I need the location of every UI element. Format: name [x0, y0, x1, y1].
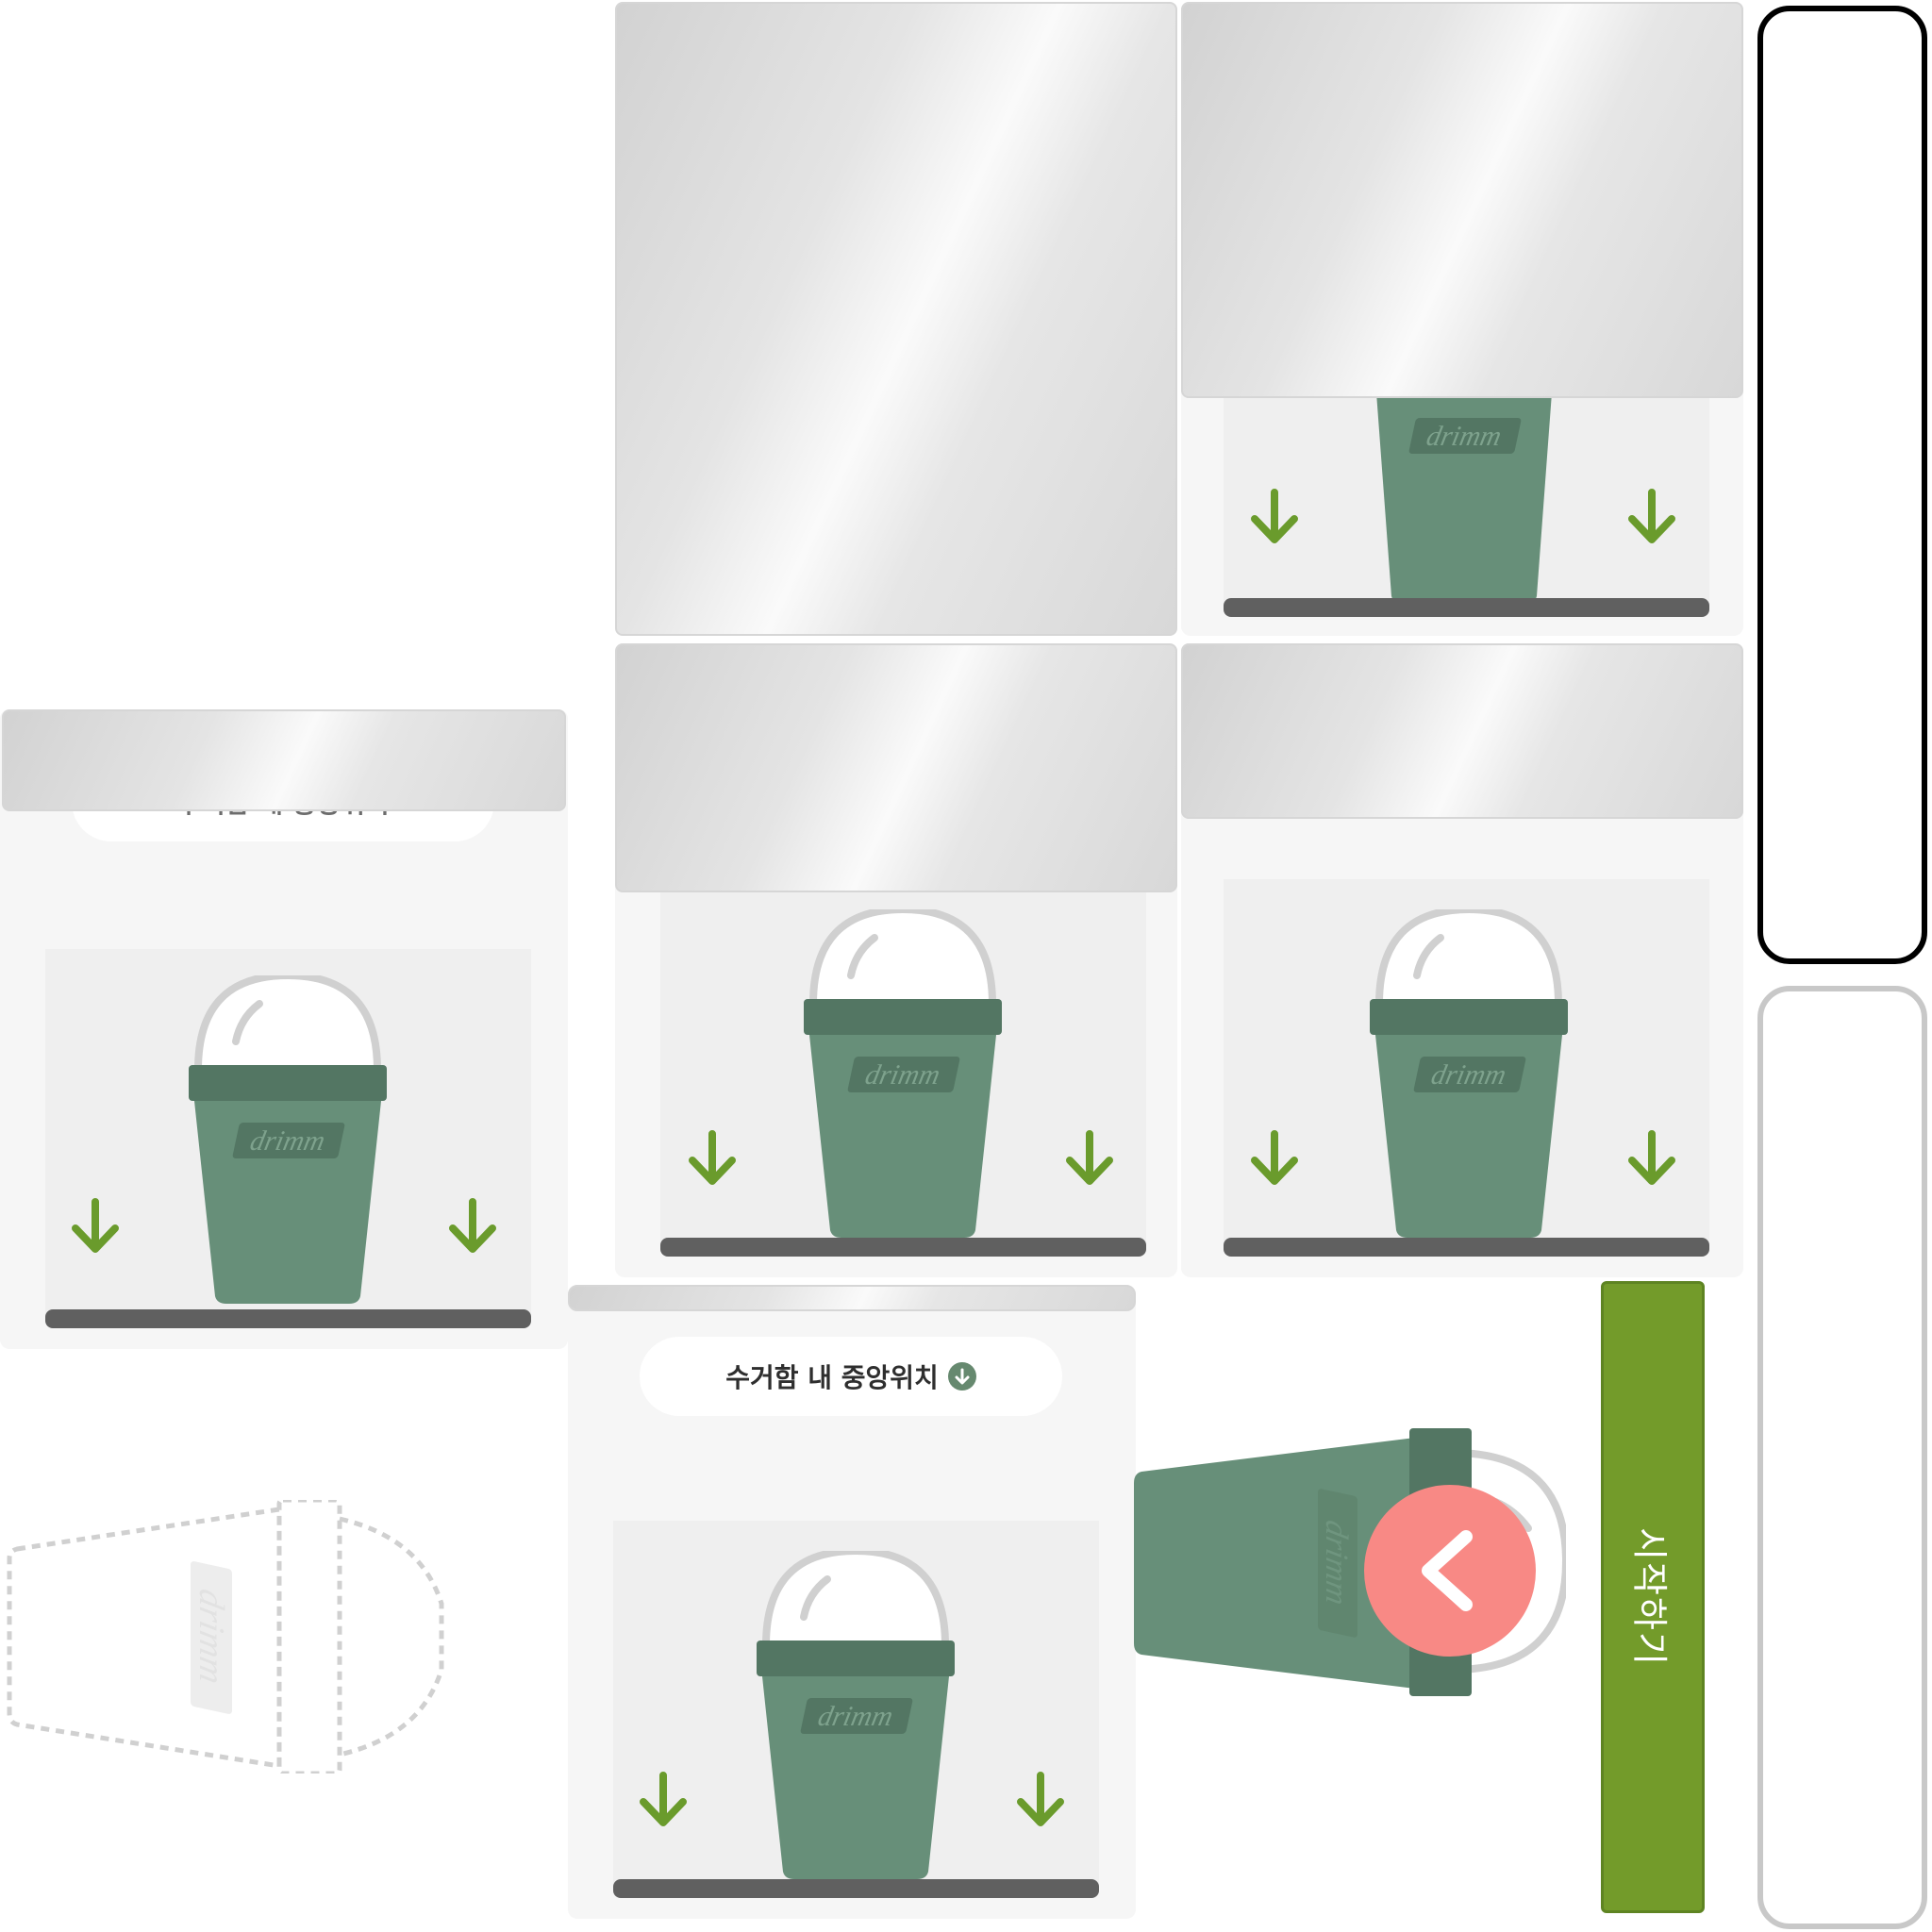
cup-logo: drimm	[1424, 420, 1504, 452]
start-button[interactable]: 시작하기	[1601, 1281, 1705, 1913]
panel-shelf	[45, 1309, 531, 1328]
glass-lid-bottom	[568, 1285, 1136, 1311]
cup-illustration: drimm	[804, 909, 1002, 1238]
arrow-down-circle-icon	[947, 1362, 976, 1391]
back-button[interactable]	[1364, 1485, 1536, 1657]
cup-illustration: drimm	[189, 975, 387, 1304]
glass-lid-top-right	[1181, 2, 1743, 398]
panel-shelf	[613, 1879, 1099, 1898]
arrow-down-icon	[72, 1198, 119, 1253]
arrow-down-icon	[1066, 1130, 1113, 1185]
cup-outline-placeholder: drimm	[7, 1500, 444, 1774]
arrow-down-icon	[1628, 489, 1675, 543]
arrow-down-icon	[449, 1198, 496, 1253]
glass-lid-left	[2, 709, 566, 811]
arrow-down-icon	[1628, 1130, 1675, 1185]
device-frame-light	[1757, 986, 1927, 1929]
arrow-down-icon	[1251, 1130, 1298, 1185]
cup-logo: drimm	[1319, 1517, 1355, 1608]
glass-lid-mid-right	[1181, 643, 1743, 819]
caption-pill: 수거함 내 중앙위치	[640, 1337, 1062, 1416]
cup-logo: drimm	[247, 1124, 327, 1157]
glass-lid-large	[615, 2, 1177, 636]
arrow-down-icon	[640, 1772, 687, 1826]
arrow-down-icon	[1251, 489, 1298, 543]
arrow-down-icon	[1017, 1772, 1064, 1826]
panel-shelf	[660, 1238, 1146, 1257]
start-button-label: 시작하기	[1628, 1527, 1671, 1667]
cup-logo: drimm	[862, 1058, 942, 1091]
caption-text: 수거함 내 중앙위치	[725, 1362, 939, 1393]
cup-logo: drimm	[1428, 1058, 1508, 1091]
cup-logo: drimm	[192, 1586, 231, 1688]
cup-illustration: drimm	[1370, 909, 1568, 1238]
glass-lid-mid-left	[615, 643, 1177, 892]
instruction-panel-bottom: 수거함 내 중앙위치 drimm	[568, 1285, 1136, 1919]
arrow-down-icon	[689, 1130, 736, 1185]
panel-shelf	[1224, 1238, 1709, 1257]
panel-shelf	[1224, 598, 1709, 617]
cup-illustration: drimm	[757, 1551, 955, 1879]
chevron-left-icon	[1422, 1530, 1473, 1611]
cup-logo: drimm	[815, 1700, 895, 1732]
device-frame-dark	[1757, 6, 1927, 964]
